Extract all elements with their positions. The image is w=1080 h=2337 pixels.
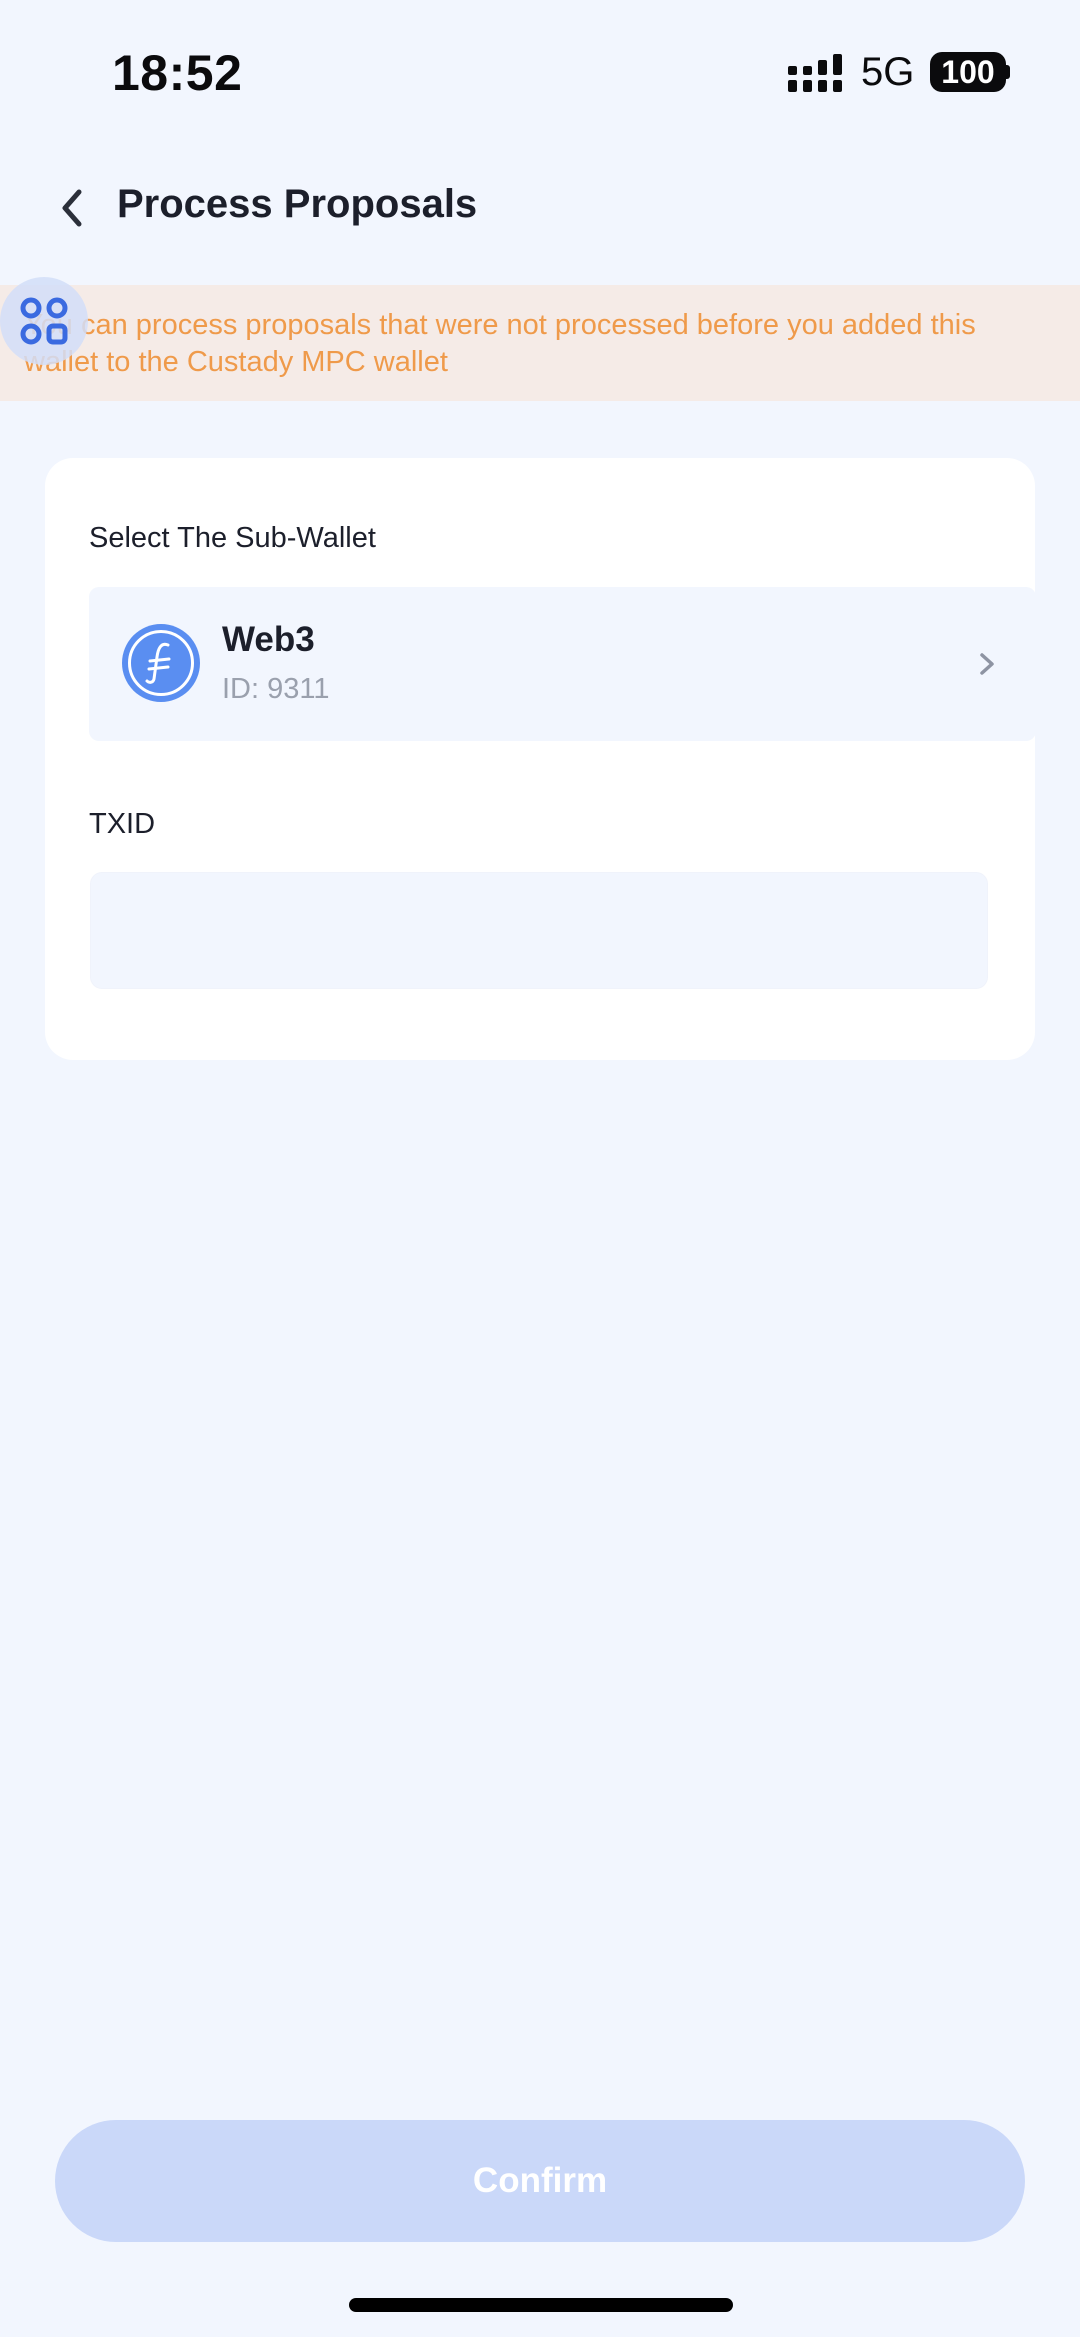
proposal-form-card: Select The Sub-Wallet Web3 ID: 9311 TXID [45, 458, 1036, 1060]
network-type: 5G [861, 50, 915, 94]
wallet-name: Web3 [222, 620, 315, 659]
status-bar: 18:52 5G 100 [0, 0, 1080, 140]
txid-label: TXID [89, 808, 156, 840]
chevron-left-icon [62, 189, 82, 227]
battery-tip [1005, 65, 1010, 79]
page-title: Process Proposals [117, 182, 478, 226]
battery-icon: 100 [930, 52, 1006, 92]
confirm-label: Confirm [472, 2161, 608, 2200]
home-indicator[interactable] [349, 2298, 733, 2312]
chevron-right-icon [980, 653, 994, 675]
filecoin-icon [122, 624, 200, 702]
back-button[interactable] [48, 180, 96, 236]
notice-text: You can process proposals that were not … [24, 309, 976, 378]
wallet-id: ID: 9311 [222, 673, 330, 705]
status-time: 18:52 [112, 45, 243, 101]
sub-wallet-label: Select The Sub-Wallet [89, 522, 376, 554]
process-proposals-screen: 18:52 5G 100 Process Proposals You can p… [0, 0, 1080, 2337]
signal-icon [788, 54, 842, 92]
confirm-button[interactable]: Confirm [55, 2120, 1025, 2242]
info-notice: You can process proposals that were not … [0, 285, 1080, 401]
floating-menu-button[interactable] [0, 277, 88, 365]
battery-level: 100 [941, 53, 995, 90]
sub-wallet-selector[interactable]: Web3 ID: 9311 [89, 587, 1036, 741]
txid-input[interactable] [90, 872, 988, 989]
grid-apps-icon [20, 297, 68, 345]
